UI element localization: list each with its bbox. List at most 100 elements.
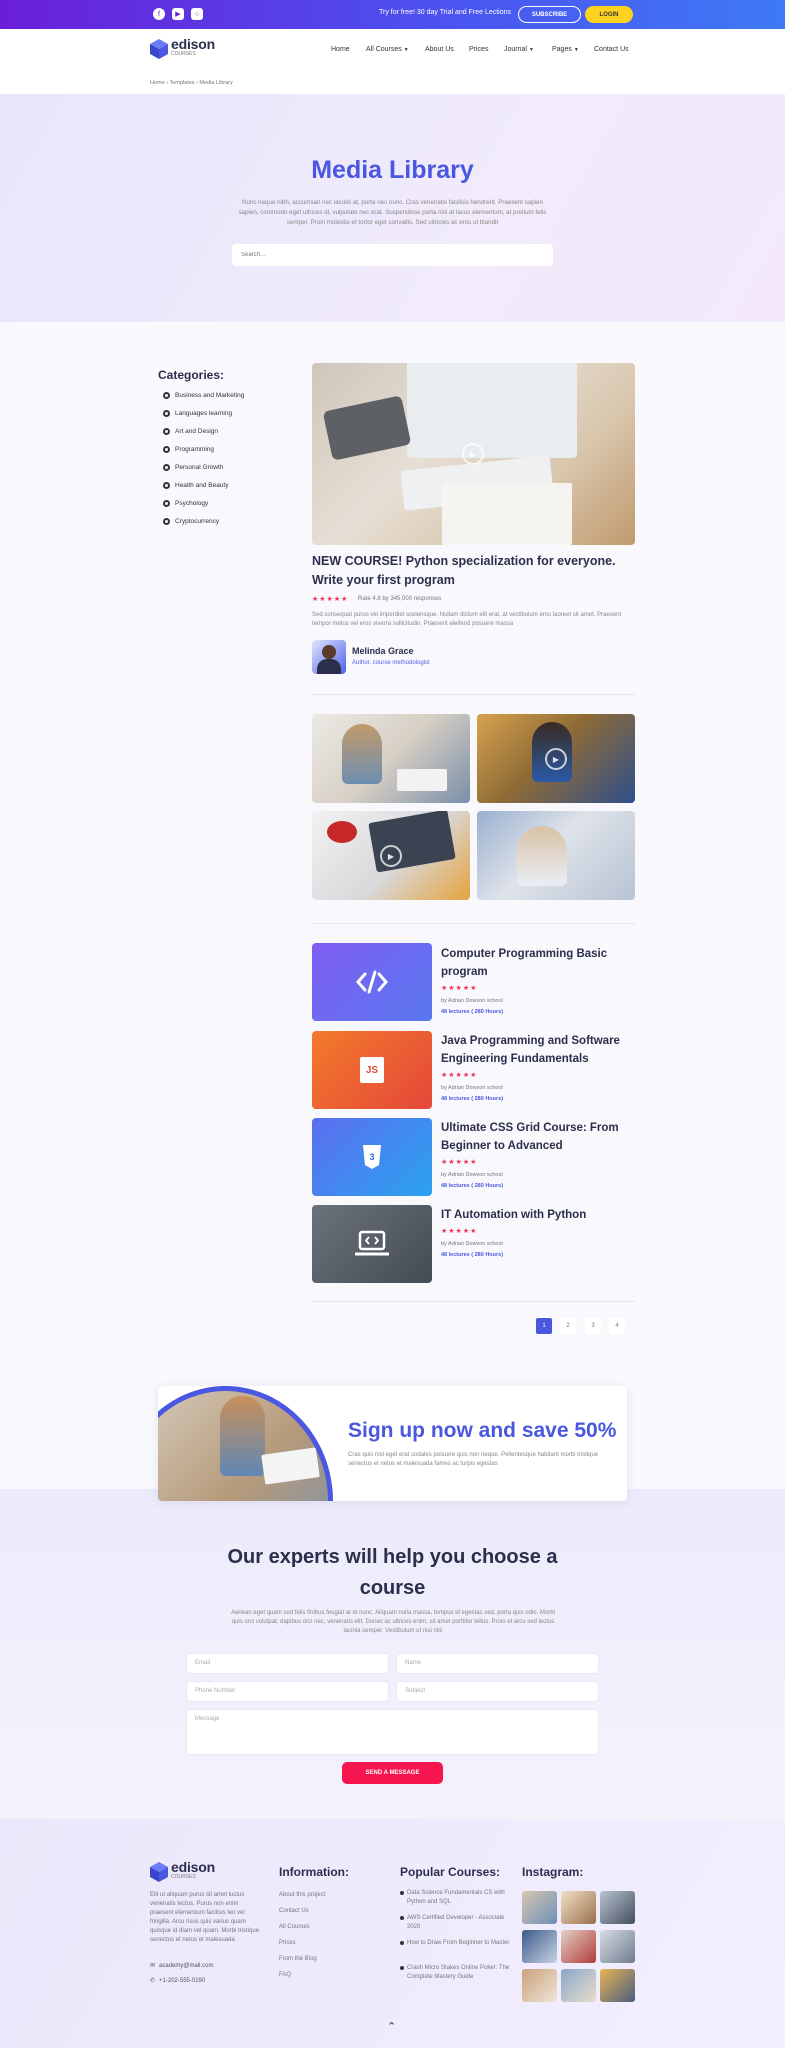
page-1[interactable]: 1 (536, 1318, 552, 1334)
subject-field[interactable]: Subject (396, 1681, 599, 1702)
main-nav (0, 29, 785, 94)
instagram-icon[interactable]: ○ (191, 8, 203, 20)
experts-text: Aenean eget quam sed felis finibus feugi… (231, 1610, 555, 1634)
phone-field[interactable]: Phone Number (186, 1681, 389, 1702)
email-field[interactable]: Email (186, 1653, 389, 1674)
nav-contact[interactable]: Contact Us (594, 46, 629, 53)
category-item[interactable]: Psychology (163, 500, 208, 507)
popular-course-link[interactable]: AWS Certified Developer - Associate 2020 (400, 1914, 510, 1932)
category-label: Personal Growth (175, 464, 224, 471)
footer (0, 1819, 785, 2048)
category-item[interactable]: Programming (163, 446, 214, 453)
instagram-photo[interactable] (522, 1891, 557, 1924)
course-title[interactable]: IT Automation with Python (441, 1206, 636, 1224)
footer-link[interactable]: About this project (279, 1892, 325, 1898)
category-label: Programming (175, 446, 215, 453)
subscribe-button[interactable]: SUBSCRIBE (518, 6, 581, 23)
search-input[interactable] (232, 244, 553, 266)
message-field[interactable]: Message (186, 1709, 599, 1755)
footer-logo[interactable]: edison COURSES (150, 1860, 215, 1882)
nav-home[interactable]: Home (331, 46, 350, 53)
course-thumbnail[interactable]: JS (312, 1031, 432, 1109)
footer-email[interactable]: ✉ academy@mail.com (150, 1962, 213, 1970)
category-item[interactable]: Business and Marketing (163, 392, 244, 399)
course-thumbnail[interactable] (312, 1205, 432, 1283)
login-button[interactable]: LOGIN (585, 6, 633, 23)
instagram-photo[interactable] (600, 1930, 635, 1963)
instagram-photo[interactable] (522, 1930, 557, 1963)
chevron-down-icon: ▼ (573, 47, 579, 53)
signup-title: Sign up now and save 50% (348, 1419, 617, 1442)
laptop-image (368, 811, 456, 873)
instagram-photo[interactable] (522, 1969, 557, 2002)
course-stars: ★★★★★ (441, 1228, 478, 1235)
nav-journal[interactable]: Journal ▼ (504, 46, 534, 53)
phone-icon: ✆ (150, 1978, 156, 1984)
code-icon (356, 970, 388, 994)
category-item[interactable]: Personal Growth (163, 464, 223, 471)
name-field[interactable]: Name (396, 1653, 599, 1674)
signup-banner (158, 1386, 627, 1501)
course-thumbnail[interactable]: 3 (312, 1118, 432, 1196)
divider (312, 694, 635, 695)
footer-link[interactable]: From the Blog (279, 1956, 317, 1962)
play-icon[interactable]: ▶ (462, 443, 484, 465)
course-title[interactable]: Ultimate CSS Grid Course: From Beginner … (441, 1119, 636, 1155)
instagram-photo[interactable] (600, 1969, 635, 2002)
footer-link[interactable]: All Courses (279, 1924, 310, 1930)
felt-case-image (322, 395, 412, 461)
play-icon[interactable]: ▶ (545, 748, 567, 770)
chevron-down-icon: ▼ (528, 47, 534, 53)
featured-description: Sed consequat purus vel imperdiet sceler… (312, 612, 622, 627)
facebook-icon[interactable]: f (153, 8, 165, 20)
gallery-video-thumbnail[interactable]: ▶ (312, 811, 470, 900)
brand-name: edison (171, 36, 215, 52)
chevron-down-icon: ▼ (403, 47, 409, 53)
circle-bullet-icon (163, 446, 170, 453)
nav-prices[interactable]: Prices (469, 46, 488, 53)
featured-title[interactable]: NEW COURSE! Python specialization for ev… (312, 552, 632, 590)
page-2[interactable]: 2 (560, 1318, 576, 1334)
play-icon[interactable]: ▶ (380, 845, 402, 867)
gallery-video-thumbnail[interactable] (312, 714, 470, 803)
gallery-video-thumbnail[interactable] (477, 811, 635, 900)
footer-link[interactable]: FAQ (279, 1972, 291, 1978)
course-stars: ★★★★★ (441, 1072, 478, 1079)
divider (312, 1301, 635, 1302)
course-title[interactable]: Java Programming and Software Engineerin… (441, 1032, 636, 1068)
student-figure (220, 1396, 265, 1476)
footer-link[interactable]: Prices (279, 1940, 296, 1946)
logo[interactable]: edison COURSES (150, 36, 215, 59)
popular-course-link[interactable]: Crash Micro Stakes Online Poker: The Com… (400, 1964, 510, 1982)
course-title[interactable]: Computer Programming Basic program (441, 945, 636, 981)
scroll-to-top-icon[interactable]: ⌃ (387, 2020, 396, 2033)
footer-link[interactable]: Contact Us (279, 1908, 309, 1914)
page-4[interactable]: 4 (609, 1318, 625, 1334)
gallery-video-thumbnail[interactable]: ▶ (477, 714, 635, 803)
youtube-icon[interactable]: ▶ (172, 8, 184, 20)
nav-all-courses[interactable]: All Courses ▼ (366, 46, 409, 53)
circle-bullet-icon (163, 410, 170, 417)
course-lectures: 48 lectures ( 280 Hours) (441, 1183, 504, 1189)
instagram-photo[interactable] (600, 1891, 635, 1924)
popular-course-link[interactable]: How to Draw From Beginner to Master (400, 1939, 510, 1948)
student-figure (517, 826, 567, 886)
breadcrumb[interactable]: Home › Templates › Media Library (150, 80, 233, 86)
category-item[interactable]: Languages learning (163, 410, 232, 417)
instagram-photo[interactable] (561, 1891, 596, 1924)
instagram-photo[interactable] (561, 1969, 596, 2002)
nav-pages[interactable]: Pages ▼ (552, 46, 579, 53)
popular-course-link[interactable]: Data Science Fundamentals CS with Python… (400, 1889, 510, 1907)
category-item[interactable]: Cryptocurrency (163, 518, 219, 525)
page-3[interactable]: 3 (585, 1318, 601, 1334)
category-item[interactable]: Health and Beauty (163, 482, 228, 489)
send-message-button[interactable]: SEND A MESSAGE (342, 1762, 443, 1784)
rating-text: Rate 4.8 by 345,000 responses (358, 596, 442, 602)
nav-about[interactable]: About Us (425, 46, 454, 53)
avatar-head (322, 645, 336, 659)
instagram-photo[interactable] (561, 1930, 596, 1963)
course-thumbnail[interactable] (312, 943, 432, 1021)
footer-phone[interactable]: ✆ +1-202-555-0190 (150, 1977, 205, 1985)
category-item[interactable]: Art and Design (163, 428, 218, 435)
featured-video-thumbnail[interactable]: ▶ (312, 363, 635, 545)
